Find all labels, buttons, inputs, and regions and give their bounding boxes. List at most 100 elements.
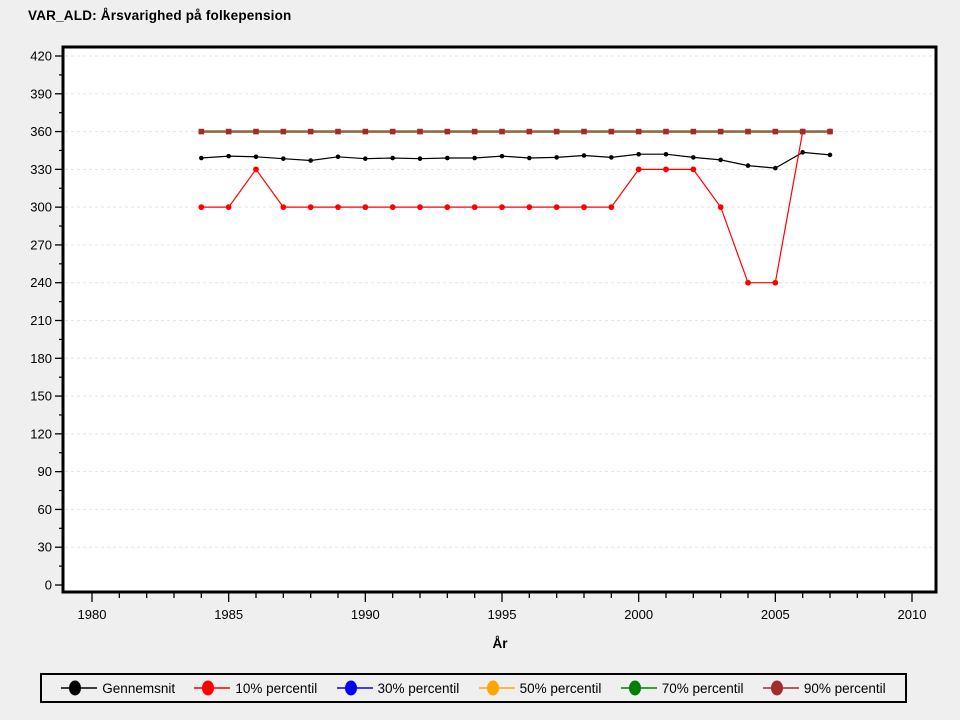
chart-plot-area: 0306090120150180210240270300330360390420… xyxy=(0,0,960,720)
data-point-marker xyxy=(445,129,451,135)
legend-item-50-percentil: 50% percentil xyxy=(479,678,602,698)
data-point-marker xyxy=(390,204,396,210)
data-point-marker xyxy=(199,129,205,135)
y-tick-label: 240 xyxy=(30,275,52,290)
data-point-marker xyxy=(308,204,314,210)
data-point-marker xyxy=(390,129,396,135)
data-point-marker xyxy=(198,204,204,210)
legend-item-10-percentil: 10% percentil xyxy=(194,678,317,698)
data-point-marker xyxy=(828,153,833,158)
legend-label: 50% percentil xyxy=(520,681,602,696)
data-point-marker xyxy=(745,280,751,286)
data-point-marker xyxy=(636,152,641,157)
legend-marker-icon xyxy=(194,678,230,698)
legend-label: Gennemsnit xyxy=(102,681,175,696)
data-point-marker xyxy=(554,129,560,135)
chart-page: VAR_ALD: Årsvarighed på folkepension 030… xyxy=(0,0,960,720)
legend-marker-icon xyxy=(621,678,657,698)
data-point-marker xyxy=(499,204,505,210)
legend-item-70-percentil: 70% percentil xyxy=(621,678,744,698)
data-point-marker xyxy=(417,204,423,210)
data-point-marker xyxy=(499,129,505,135)
legend-label: 70% percentil xyxy=(662,681,744,696)
legend-box: Gennemsnit 10% percentil 30% percentil 50% … xyxy=(40,673,907,703)
data-point-marker xyxy=(362,204,368,210)
data-point-marker xyxy=(254,154,259,159)
data-point-marker xyxy=(772,280,778,286)
data-point-marker xyxy=(582,153,587,158)
plot-background xyxy=(63,47,936,592)
data-point-marker xyxy=(800,150,805,155)
y-tick-label: 210 xyxy=(30,313,52,328)
data-point-marker xyxy=(226,129,232,135)
data-point-marker xyxy=(691,155,696,160)
x-tick-label: 1995 xyxy=(488,607,517,622)
legend-marker-icon xyxy=(337,678,373,698)
legend-item-gennemsnit: Gennemsnit xyxy=(61,678,175,698)
data-point-marker xyxy=(445,156,450,161)
data-point-marker xyxy=(308,129,314,135)
data-point-marker xyxy=(664,152,669,157)
data-point-marker xyxy=(281,156,286,161)
y-tick-label: 150 xyxy=(30,389,52,404)
x-tick-label: 2010 xyxy=(898,607,927,622)
data-point-marker xyxy=(608,204,614,210)
data-point-marker xyxy=(280,204,286,210)
data-point-marker xyxy=(609,155,614,160)
y-tick-label: 60 xyxy=(38,502,52,517)
data-point-marker xyxy=(609,129,615,135)
y-tick-label: 390 xyxy=(30,86,52,101)
data-point-marker xyxy=(800,129,806,135)
y-tick-label: 360 xyxy=(30,124,52,139)
data-point-marker xyxy=(718,204,724,210)
legend-item-90-percentil: 90% percentil xyxy=(763,678,886,698)
data-point-marker xyxy=(253,166,259,172)
legend-marker-icon xyxy=(479,678,515,698)
data-point-marker xyxy=(527,156,532,161)
x-tick-label: 2000 xyxy=(624,607,653,622)
legend-label: 30% percentil xyxy=(378,681,460,696)
data-point-marker xyxy=(336,154,341,159)
x-tick-label: 2005 xyxy=(761,607,790,622)
x-tick-label: 1980 xyxy=(78,607,107,622)
y-tick-label: 300 xyxy=(30,200,52,215)
data-point-marker xyxy=(554,155,559,160)
data-point-marker xyxy=(253,129,259,135)
data-point-marker xyxy=(773,166,778,171)
data-point-marker xyxy=(417,129,423,135)
x-axis-label: År xyxy=(430,636,570,651)
data-point-marker xyxy=(746,163,751,168)
data-point-marker xyxy=(636,166,642,172)
data-point-marker xyxy=(827,129,833,135)
data-point-marker xyxy=(690,166,696,172)
data-point-marker xyxy=(718,129,724,135)
x-tick-label: 1990 xyxy=(351,607,380,622)
data-point-marker xyxy=(500,154,505,159)
data-point-marker xyxy=(636,129,642,135)
data-point-marker xyxy=(281,129,287,135)
y-tick-label: 330 xyxy=(30,162,52,177)
data-point-marker xyxy=(308,158,313,163)
legend-label: 10% percentil xyxy=(235,681,317,696)
data-point-marker xyxy=(418,156,423,161)
data-point-marker xyxy=(226,154,231,159)
data-point-marker xyxy=(745,129,751,135)
legend-marker-icon xyxy=(61,678,97,698)
data-point-marker xyxy=(663,166,669,172)
data-point-marker xyxy=(527,129,533,135)
y-tick-label: 270 xyxy=(30,237,52,252)
data-point-marker xyxy=(199,156,204,161)
data-point-marker xyxy=(773,129,779,135)
data-point-marker xyxy=(390,156,395,161)
data-point-marker xyxy=(226,204,232,210)
y-tick-label: 420 xyxy=(30,49,52,64)
data-point-marker xyxy=(472,156,477,161)
data-point-marker xyxy=(363,129,369,135)
data-point-marker xyxy=(691,129,697,135)
y-tick-label: 0 xyxy=(45,578,52,593)
legend-item-30-percentil: 30% percentil xyxy=(337,678,460,698)
y-tick-label: 30 xyxy=(38,540,52,555)
data-point-marker xyxy=(444,204,450,210)
y-tick-label: 180 xyxy=(30,351,52,366)
data-point-marker xyxy=(663,129,669,135)
